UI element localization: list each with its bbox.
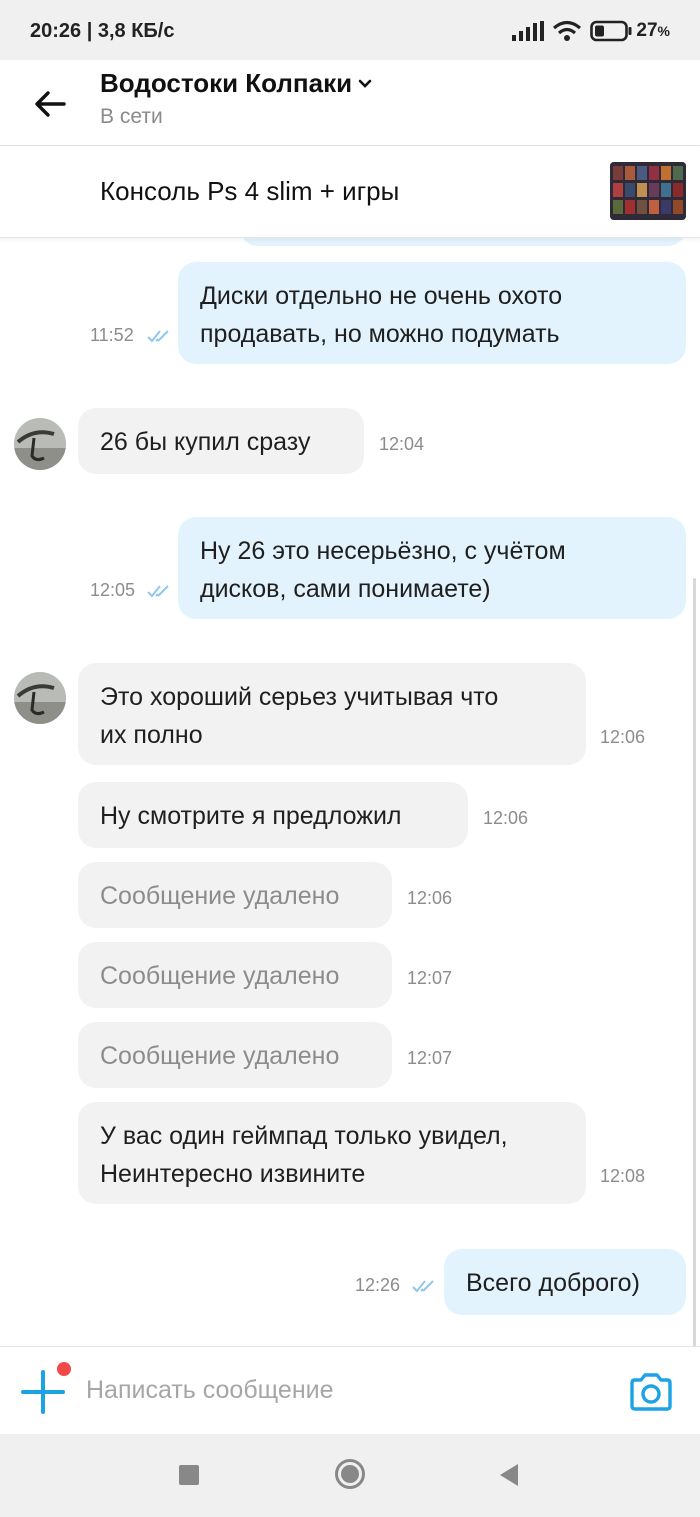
message-bubble-deleted[interactable]: Сообщение удалено <box>78 942 392 1008</box>
double-check-icon <box>412 1280 434 1293</box>
status-bar: 20:26 | 3,8 КБ/с 27% <box>0 0 700 60</box>
message-bubble-incoming[interactable]: У вас один геймпад только увидел, Неинте… <box>78 1102 586 1204</box>
back-nav-button[interactable] <box>498 1463 520 1492</box>
message-bubble-incoming[interactable]: 26 бы купил сразу <box>78 408 364 474</box>
double-check-icon <box>147 330 169 343</box>
recents-button[interactable] <box>178 1464 200 1491</box>
message-bubble-outgoing[interactable]: Всего доброго) <box>444 1249 686 1315</box>
message-composer <box>0 1346 700 1434</box>
message-text-line: Неинтересно извините <box>100 1160 366 1188</box>
avatar[interactable] <box>14 418 66 470</box>
system-nav-bar <box>0 1434 700 1517</box>
chevron-down-icon <box>358 79 372 88</box>
message-time: 12:04 <box>379 434 425 454</box>
home-button[interactable] <box>334 1458 366 1495</box>
message-text-line: 26 бы купил сразу <box>100 428 311 456</box>
message-time: 12:05 <box>90 580 136 600</box>
message-bubble-outgoing[interactable]: Ну 26 это несерьёзно, с учётом дисков, с… <box>178 517 686 619</box>
message-input[interactable] <box>86 1367 586 1413</box>
contact-name: Водостоки Колпаки <box>100 68 353 98</box>
message-text-line: У вас один геймпад только увидел, <box>100 1122 508 1150</box>
message-text-line: Диски отдельно не очень охото <box>200 282 563 310</box>
listing-thumbnail[interactable] <box>610 162 686 220</box>
battery-indicator: 27% <box>590 20 670 42</box>
contact-info[interactable]: Водостоки Колпаки В сети <box>100 68 372 129</box>
attach-button[interactable] <box>20 1369 66 1415</box>
camera-button[interactable] <box>628 1371 674 1413</box>
back-arrow-icon <box>35 91 66 117</box>
status-icons: 27% <box>512 20 670 42</box>
message-time: 12:06 <box>600 727 646 747</box>
message-text-line: Всего доброго) <box>466 1269 640 1297</box>
double-check-icon <box>147 585 169 598</box>
battery-percent-sign: % <box>657 23 670 39</box>
message-text-line: Сообщение удалено <box>100 962 340 990</box>
message-text-line: продавать, но можно подумать <box>200 320 560 348</box>
message-text-line: дисков, сами понимаете) <box>200 575 491 603</box>
camera-icon <box>630 1373 672 1411</box>
triangle-back-icon <box>500 1464 518 1486</box>
message-time: 12:07 <box>407 1048 453 1068</box>
square-icon <box>179 1465 199 1485</box>
signal-icon <box>512 21 545 41</box>
notification-dot <box>57 1362 71 1376</box>
message-time: 12:26 <box>355 1275 401 1295</box>
message-time: 12:06 <box>483 808 529 828</box>
back-button[interactable] <box>28 82 72 126</box>
wifi-icon <box>553 20 582 41</box>
message-time: 12:07 <box>407 968 453 988</box>
message-text-line: Ну 26 это несерьёзно, с учётом <box>200 537 566 565</box>
battery-percent: 27 <box>636 20 658 41</box>
message-bubble-deleted[interactable]: Сообщение удалено <box>78 1022 392 1088</box>
message-text-line: Ну смотрите я предложил <box>100 802 402 830</box>
message-bubble-incoming[interactable]: Это хороший серьез учитывая что их полно <box>78 663 586 765</box>
message-time: 12:08 <box>600 1166 646 1186</box>
circle-icon <box>335 1459 365 1489</box>
avatar[interactable] <box>14 672 66 724</box>
scrollbar[interactable] <box>693 578 696 1346</box>
listing-title: Консоль Ps 4 slim + игры <box>100 176 400 206</box>
message-bubble-partial[interactable] <box>240 238 686 246</box>
listing-card[interactable]: Консоль Ps 4 slim + игры <box>0 146 700 238</box>
message-text-line: их полно <box>100 721 203 749</box>
message-time: 12:06 <box>407 888 453 908</box>
battery-icon <box>590 20 632 42</box>
message-bubble-incoming[interactable]: Ну смотрите я предложил <box>78 782 468 848</box>
contact-name-row[interactable]: Водостоки Колпаки <box>100 68 372 99</box>
chat-header: Водостоки Колпаки В сети <box>0 60 700 146</box>
contact-status: В сети <box>100 105 163 128</box>
plus-icon <box>21 1370 65 1414</box>
message-time: 11:52 <box>90 325 134 345</box>
message-text-line: Сообщение удалено <box>100 882 340 910</box>
message-bubble-deleted[interactable]: Сообщение удалено <box>78 862 392 928</box>
chat-messages[interactable]: 11:52 Диски отдельно не очень охото прод… <box>0 238 700 1346</box>
status-time-speed: 20:26 | 3,8 КБ/с <box>30 20 175 42</box>
message-text-line: Сообщение удалено <box>100 1042 340 1070</box>
message-bubble-outgoing[interactable]: Диски отдельно не очень охото продавать,… <box>178 262 686 364</box>
message-text-line: Это хороший серьез учитывая что <box>100 683 499 711</box>
